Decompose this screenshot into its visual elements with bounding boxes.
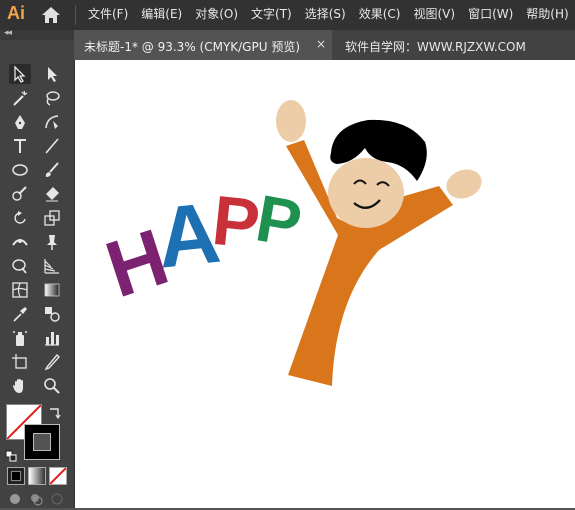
home-icon[interactable] — [40, 5, 62, 25]
eraser-tool-icon[interactable] — [41, 184, 63, 204]
color-mode-button[interactable] — [7, 467, 25, 485]
knife-tool-icon[interactable] — [41, 352, 63, 372]
menu-window[interactable]: 窗口(W) — [468, 7, 513, 22]
artboard-canvas[interactable]: H A P P — [75, 60, 575, 508]
paintbrush-tool-icon[interactable] — [41, 160, 63, 180]
happy-artwork: H A P P — [96, 100, 482, 386]
menu-effect[interactable]: 效果(C) — [359, 7, 401, 22]
draw-normal-icon[interactable] — [8, 491, 22, 505]
menu-help[interactable]: 帮助(H) — [526, 7, 568, 22]
close-tab-icon[interactable]: × — [316, 37, 326, 51]
menu-divider — [75, 5, 76, 25]
selection-tool-icon[interactable] — [9, 64, 31, 84]
draw-behind-icon[interactable] — [29, 491, 43, 506]
tools-panel-header: ◂◂ — [0, 28, 74, 40]
collapse-panel-button[interactable]: ◂◂ — [4, 28, 12, 38]
figure-left-hand — [276, 100, 306, 142]
type-tool-icon[interactable] — [9, 136, 31, 156]
line-segment-tool-icon[interactable] — [41, 136, 63, 156]
shaper-tool-icon[interactable] — [9, 184, 31, 204]
pen-tool-icon[interactable] — [9, 112, 31, 132]
menu-bar: Ai 文件(F) 编辑(E) 对象(O) 文字(T) 选择(S) 效果(C) 视… — [0, 0, 575, 30]
column-graph-tool-icon[interactable] — [41, 328, 63, 348]
tab-document-label: 未标题-1* @ 93.3% (CMYK/GPU 预览) — [84, 40, 301, 54]
document-tab-bar: 未标题-1* @ 93.3% (CMYK/GPU 预览) × 软件自学网：WWW… — [74, 30, 575, 60]
magic-wand-tool-icon[interactable] — [9, 88, 31, 108]
shape-builder-tool-icon[interactable] — [9, 256, 31, 276]
gradient-tool-icon[interactable] — [41, 280, 63, 300]
none-mode-button[interactable] — [49, 467, 67, 485]
artboard-tool-icon[interactable] — [9, 352, 31, 372]
stroke-swatch[interactable] — [24, 424, 60, 460]
mesh-tool-icon[interactable] — [9, 280, 31, 300]
menu-type[interactable]: 文字(T) — [251, 7, 292, 22]
menu-select[interactable]: 选择(S) — [305, 7, 346, 22]
menu-items: 文件(F) 编辑(E) 对象(O) 文字(T) 选择(S) 效果(C) 视图(V… — [88, 7, 575, 22]
lasso-tool-icon[interactable] — [41, 88, 63, 108]
tools-panel: ◂◂ — [0, 28, 75, 508]
blend-tool-icon[interactable] — [41, 304, 63, 324]
scale-tool-icon[interactable] — [41, 208, 63, 228]
app-logo: Ai — [7, 3, 25, 23]
symbol-sprayer-tool-icon[interactable] — [9, 328, 31, 348]
menu-object[interactable]: 对象(O) — [195, 7, 238, 22]
ellipse-tool-icon[interactable] — [9, 160, 31, 180]
direct-selection-tool-icon[interactable] — [41, 64, 63, 84]
menu-edit[interactable]: 编辑(E) — [141, 7, 182, 22]
menu-file[interactable]: 文件(F) — [88, 7, 128, 22]
zoom-tool-icon[interactable] — [41, 376, 63, 396]
width-tool-icon[interactable] — [9, 232, 31, 252]
swap-fill-stroke-icon[interactable] — [48, 404, 62, 420]
rotate-tool-icon[interactable] — [9, 208, 31, 228]
default-fill-stroke-icon[interactable] — [5, 447, 17, 462]
eyedropper-tool-icon[interactable] — [9, 304, 31, 324]
figure-right-hand — [446, 169, 482, 199]
tab-document[interactable]: 未标题-1* @ 93.3% (CMYK/GPU 预览) × — [74, 30, 332, 60]
gradient-mode-button[interactable] — [28, 467, 46, 485]
puppet-warp-tool-icon[interactable] — [41, 232, 63, 252]
figure-face — [328, 158, 404, 228]
curvature-tool-icon[interactable] — [41, 112, 63, 132]
menu-view[interactable]: 视图(V) — [413, 7, 455, 22]
tab-website[interactable]: 软件自学网：WWW.RJZXW.COM — [345, 38, 526, 55]
draw-inside-icon[interactable] — [50, 491, 64, 505]
hand-tool-icon[interactable] — [9, 376, 31, 396]
perspective-grid-tool-icon[interactable] — [41, 256, 63, 276]
